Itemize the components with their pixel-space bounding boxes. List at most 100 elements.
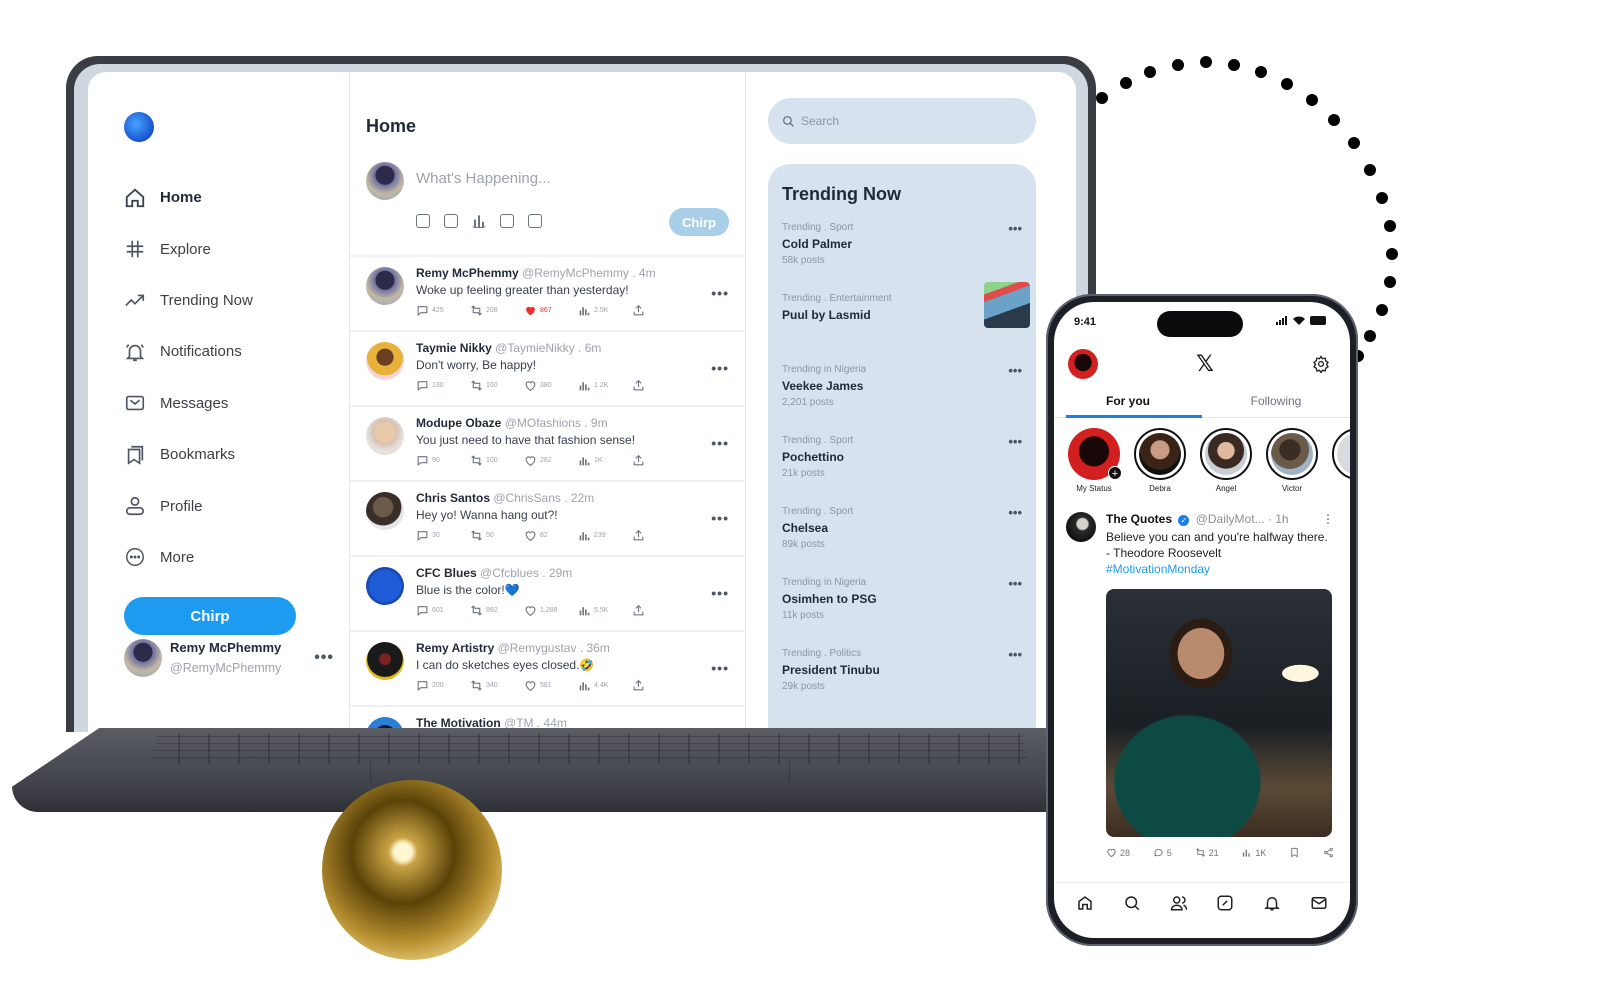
views-button[interactable]: 239 [578,529,632,542]
trend-menu-icon[interactable]: ••• [1008,647,1022,662]
account-switcher[interactable]: Remy McPhemmy @RemyMcPhemmy ••• [124,638,334,678]
phone-post[interactable]: The Quotes ✓ @DailyMot... · 1h ⋮ Believe… [1054,500,1350,837]
nav-notifications[interactable] [1263,894,1281,917]
trend-item[interactable]: Trending . Sport Chelsea 89k posts ••• [782,505,1022,576]
share-button[interactable] [632,304,686,317]
reply-button[interactable]: 601 [416,604,470,617]
trend-thumbnail[interactable] [984,282,1030,328]
post-author[interactable]: The Motivation [416,716,501,730]
avatar[interactable] [366,567,404,605]
post-menu-icon[interactable]: ⋮ [1322,512,1334,526]
post-menu-icon[interactable]: ••• [711,435,729,451]
post-author[interactable]: CFC Blues [416,566,477,580]
repost-button[interactable]: 892 [470,604,524,617]
post-menu-icon[interactable]: ••• [711,285,729,301]
trend-menu-icon[interactable]: ••• [1008,434,1022,449]
repost-button[interactable]: 208 [470,304,524,317]
story-debra[interactable]: Debra [1134,428,1186,500]
reply-button[interactable]: 200 [416,679,470,692]
post-menu-icon[interactable]: ••• [711,660,729,676]
post-item[interactable]: Taymie Nikky @TaymieNikky . 6m Don't wor… [350,332,745,407]
repost-button[interactable]: 21 [1195,847,1219,858]
sidebar-item-more[interactable]: More [124,532,349,583]
views-button[interactable]: 5.5K [578,604,632,617]
trend-item[interactable]: Trending . Sport Pochettino 21k posts ••… [782,434,1022,505]
add-status-icon[interactable]: + [1108,466,1122,480]
avatar[interactable] [366,417,404,455]
like-button[interactable]: 282 [524,454,578,467]
story-my-status[interactable]: + My Status [1068,428,1122,500]
share-button[interactable] [632,679,686,692]
poll-icon[interactable] [472,215,486,228]
trend-menu-icon[interactable]: ••• [1008,505,1022,520]
post-author[interactable]: Remy Artistry [416,641,494,655]
tab-for-you[interactable]: For you [1054,386,1202,418]
share-button[interactable] [632,529,686,542]
post-author[interactable]: Taymie Nikky [416,341,492,355]
compose-input[interactable] [416,170,666,187]
sidebar-item-messages[interactable]: Messages [124,378,349,429]
bookmark-button[interactable] [1289,847,1300,858]
views-button[interactable]: 2.5K [578,304,632,317]
post-author[interactable]: Remy McPhemmy [416,266,519,280]
sidebar-item-trending[interactable]: Trending Now [124,275,349,326]
nav-community[interactable] [1170,894,1188,917]
reply-button[interactable]: 130 [416,379,470,392]
avatar[interactable] [366,492,404,530]
nav-messages[interactable] [1310,894,1328,917]
account-menu-icon[interactable]: ••• [314,649,334,667]
like-button[interactable]: 82 [524,529,578,542]
repost-button[interactable]: 100 [470,454,524,467]
chirp-button[interactable]: Chirp [124,597,296,636]
like-button[interactable]: 867 [524,304,578,317]
sidebar-item-notifications[interactable]: Notifications [124,326,349,377]
repost-button[interactable]: 50 [470,529,524,542]
nav-search[interactable] [1123,894,1141,917]
post-menu-icon[interactable]: ••• [711,585,729,601]
story-victor[interactable]: Victor [1266,428,1318,500]
share-button[interactable] [1323,847,1334,858]
trend-menu-icon[interactable]: ••• [1008,576,1022,591]
post-author[interactable]: Chris Santos [416,491,490,505]
post-item[interactable]: Remy Artistry @Remygustav . 36m I can do… [350,632,745,707]
image-icon[interactable] [416,214,430,228]
trend-item[interactable]: Trending in Nigeria Osimhen to PSG 11k p… [782,576,1022,647]
like-button[interactable]: 28 [1106,847,1130,858]
schedule-icon[interactable] [528,214,542,228]
profile-avatar[interactable] [1068,349,1098,379]
reply-button[interactable]: 5 [1153,847,1172,858]
gear-icon[interactable] [1312,355,1330,373]
post-author[interactable]: Modupe Obaze [416,416,501,430]
share-button[interactable] [632,604,686,617]
video-icon[interactable] [444,214,458,228]
avatar[interactable] [366,342,404,380]
trend-menu-icon[interactable]: ••• [1008,221,1022,236]
tab-following[interactable]: Following [1202,386,1350,417]
trend-item[interactable]: Trending in Nigeria Veekee James 2,201 p… [782,363,1022,434]
share-button[interactable] [632,454,686,467]
story-partial[interactable]: S [1332,428,1350,500]
like-button[interactable]: 581 [524,679,578,692]
nav-compose[interactable] [1216,894,1234,917]
trend-menu-icon[interactable]: ••• [1008,363,1022,378]
like-button[interactable]: 380 [524,379,578,392]
reply-button[interactable]: 425 [416,304,470,317]
views-button[interactable]: 1K [1241,847,1266,858]
post-item[interactable]: Remy McPhemmy @RemyMcPhemmy . 4m Woke up… [350,257,745,332]
views-button[interactable]: 1.2K [578,379,632,392]
sidebar-item-home[interactable]: Home [124,172,349,223]
hashtag-link[interactable]: #MotivationMonday [1106,562,1210,576]
trend-item[interactable]: Trending . Politics President Tinubu 29k… [782,647,1022,718]
post-chirp-button[interactable]: Chirp [669,208,729,236]
views-button[interactable]: 4.4K [578,679,632,692]
post-item[interactable]: Chris Santos @ChrisSans . 22m Hey yo! Wa… [350,482,745,557]
avatar[interactable] [366,267,404,305]
sidebar-item-profile[interactable]: Profile [124,480,349,531]
post-image[interactable] [1106,589,1332,837]
post-menu-icon[interactable]: ••• [711,360,729,376]
post-item[interactable]: CFC Blues @Cfcblues . 29m Blue is the co… [350,557,745,632]
repost-button[interactable]: 340 [470,679,524,692]
search-input[interactable] [801,114,956,128]
story-angel[interactable]: Angel [1200,428,1252,500]
share-button[interactable] [632,379,686,392]
